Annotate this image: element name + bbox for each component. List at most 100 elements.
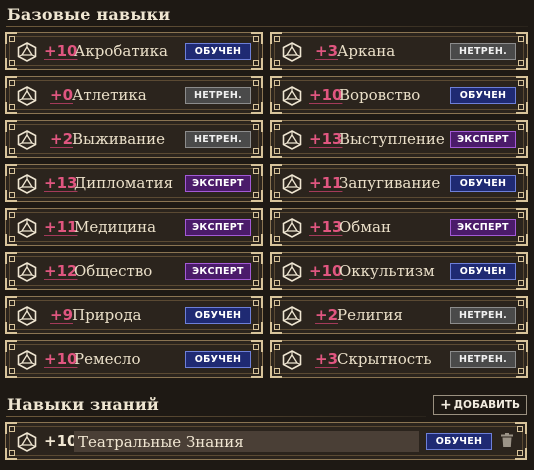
d20-icon[interactable] (282, 174, 302, 194)
d20-icon[interactable] (282, 86, 302, 106)
d20-icon[interactable] (17, 86, 37, 106)
skill-modifier[interactable]: +11 (44, 218, 77, 236)
frame-corner (251, 322, 263, 334)
d20-icon[interactable] (17, 218, 37, 238)
skill-name: Ремесло (74, 350, 141, 368)
frame-corner (5, 234, 17, 246)
frame-corner (270, 58, 282, 70)
frame-corner (270, 164, 282, 176)
frame-corner (5, 322, 17, 334)
d20-icon[interactable] (282, 42, 302, 62)
add-lore-button[interactable]: + ДОБАВИТЬ (433, 395, 527, 415)
frame-corner (270, 340, 282, 352)
trash-icon[interactable] (501, 433, 513, 447)
frame-corner (5, 76, 17, 88)
proficiency-badge[interactable]: ОБУЧЕН (450, 87, 516, 104)
skill-modifier[interactable]: +11 (309, 174, 342, 192)
d20-icon[interactable] (282, 262, 302, 282)
proficiency-badge[interactable]: ОБУЧЕН (426, 433, 492, 450)
lore-modifier[interactable]: +10 (44, 432, 77, 450)
skill-card: +3 Аркана НЕТРЕН. (270, 32, 528, 70)
proficiency-badge[interactable]: НЕТРЕН. (450, 351, 516, 368)
frame-corner (5, 32, 17, 44)
skill-card: +13 Дипломатия ЭКСПЕРТ (5, 164, 263, 202)
frame-corner (516, 76, 528, 88)
d20-icon[interactable] (17, 306, 37, 326)
frame-corner (5, 146, 17, 158)
frame-corner (515, 448, 527, 460)
d20-icon[interactable] (17, 262, 37, 282)
plus-icon: + (439, 397, 452, 413)
frame-corner (5, 120, 17, 132)
frame-corner (270, 278, 282, 290)
skill-card: +3 Скрытность НЕТРЕН. (270, 340, 528, 378)
frame-corner (251, 102, 263, 114)
proficiency-badge[interactable]: НЕТРЕН. (185, 87, 251, 104)
lore-skills-divider (6, 416, 426, 417)
skill-modifier[interactable]: +13 (309, 218, 342, 236)
skill-card: +10 Воровство ОБУЧЕН (270, 76, 528, 114)
skill-modifier[interactable]: +10 (44, 350, 77, 368)
proficiency-badge[interactable]: ОБУЧЕН (185, 307, 251, 324)
proficiency-badge[interactable]: ОБУЧЕН (450, 263, 516, 280)
frame-corner (516, 278, 528, 290)
frame-corner (251, 208, 263, 220)
skill-modifier[interactable]: +10 (44, 42, 77, 60)
skill-modifier[interactable]: +2 (50, 130, 73, 148)
proficiency-badge[interactable]: ЭКСПЕРТ (185, 175, 251, 192)
add-lore-label: ДОБАВИТЬ (453, 399, 521, 411)
d20-icon[interactable] (17, 174, 37, 194)
lore-name-input[interactable] (74, 431, 419, 452)
d20-icon[interactable] (17, 42, 37, 62)
proficiency-badge[interactable]: ОБУЧЕН (450, 175, 516, 192)
skill-name: Выступление (339, 130, 445, 148)
proficiency-badge[interactable]: ЭКСПЕРТ (450, 219, 516, 236)
frame-corner (251, 234, 263, 246)
d20-icon[interactable] (282, 350, 302, 370)
d20-icon[interactable] (17, 130, 37, 150)
skill-modifier[interactable]: +3 (315, 350, 338, 368)
frame-corner (515, 422, 527, 434)
skill-modifier[interactable]: +12 (44, 262, 77, 280)
frame-corner (516, 190, 528, 202)
proficiency-badge[interactable]: НЕТРЕН. (450, 43, 516, 60)
d20-icon[interactable] (282, 130, 302, 150)
skill-modifier[interactable]: +10 (309, 262, 342, 280)
d20-icon[interactable] (282, 306, 302, 326)
frame-corner (270, 32, 282, 44)
frame-corner (251, 296, 263, 308)
skill-name: Скрытность (337, 350, 432, 368)
skill-card: +2 Выживание НЕТРЕН. (5, 120, 263, 158)
skill-name: Выживание (72, 130, 166, 148)
frame-corner (516, 120, 528, 132)
skill-modifier[interactable]: +10 (309, 86, 342, 104)
proficiency-badge[interactable]: ОБУЧЕН (185, 43, 251, 60)
frame-corner (251, 146, 263, 158)
frame-corner (516, 208, 528, 220)
proficiency-badge[interactable]: ЭКСПЕРТ (185, 219, 251, 236)
d20-icon[interactable] (17, 350, 37, 370)
d20-icon[interactable] (282, 218, 302, 238)
proficiency-badge[interactable]: ЭКСПЕРТ (185, 263, 251, 280)
frame-corner (251, 120, 263, 132)
frame-corner (251, 76, 263, 88)
skill-modifier[interactable]: +2 (315, 306, 338, 324)
skill-card: +10 Акробатика ОБУЧЕН (5, 32, 263, 70)
skill-card: +11 Запугивание ОБУЧЕН (270, 164, 528, 202)
skill-modifier[interactable]: +0 (50, 86, 73, 104)
skill-modifier[interactable]: +13 (44, 174, 77, 192)
proficiency-badge[interactable]: ОБУЧЕН (185, 351, 251, 368)
lore-skills-title: Навыки знаний (7, 395, 159, 414)
frame-corner (516, 252, 528, 264)
skill-name: Воровство (339, 86, 421, 104)
proficiency-badge[interactable]: НЕТРЕН. (185, 131, 251, 148)
d20-icon[interactable] (17, 432, 37, 452)
frame-corner (270, 146, 282, 158)
proficiency-badge[interactable]: НЕТРЕН. (450, 307, 516, 324)
proficiency-badge[interactable]: ЭКСПЕРТ (450, 131, 516, 148)
skill-modifier[interactable]: +13 (309, 130, 342, 148)
frame-corner (5, 278, 17, 290)
skill-modifier[interactable]: +3 (315, 42, 338, 60)
skill-modifier[interactable]: +9 (50, 306, 73, 324)
frame-corner (251, 58, 263, 70)
